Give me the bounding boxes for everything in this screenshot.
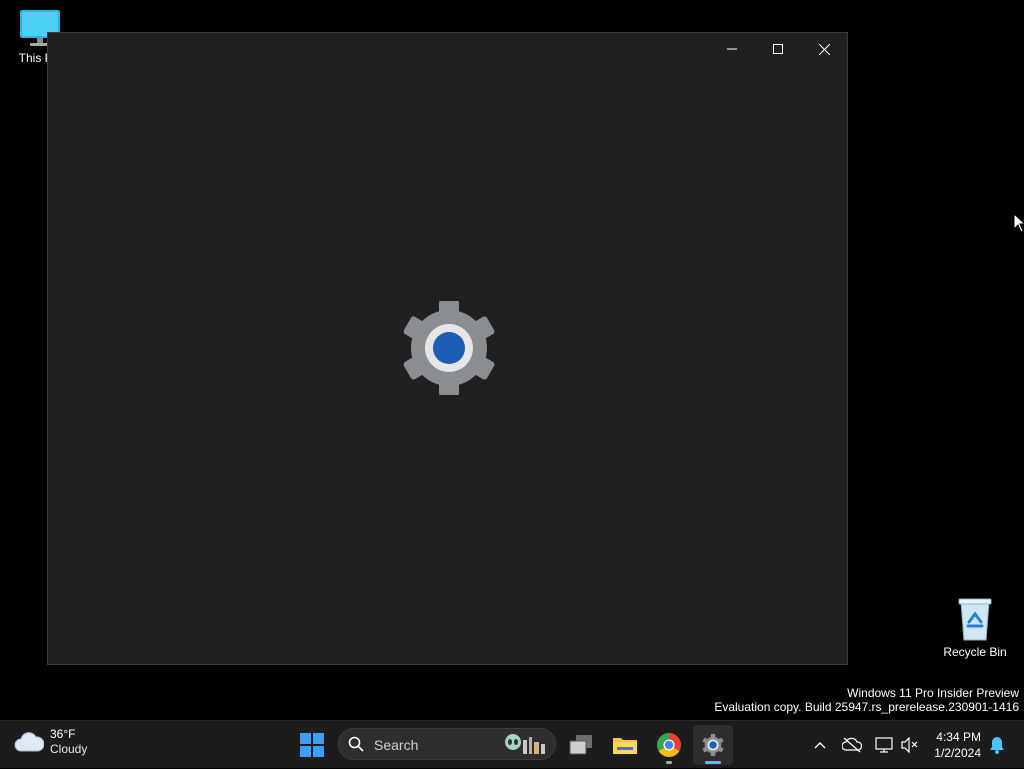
- maximize-button[interactable]: [755, 33, 801, 65]
- search-highlight-icon: [505, 734, 545, 754]
- show-hidden-icons-button[interactable]: [808, 721, 832, 769]
- minimize-icon: [727, 48, 737, 50]
- evaluation-watermark: Windows 11 Pro Insider Preview Evaluatio…: [714, 686, 1019, 714]
- windows-logo-icon: [300, 733, 324, 757]
- clock-time: 4:34 PM: [936, 730, 981, 744]
- search-placeholder: Search: [374, 737, 419, 753]
- taskbar-chrome[interactable]: [649, 725, 689, 765]
- task-view-icon: [569, 735, 592, 755]
- desktop-icon-label: Recycle Bin: [943, 645, 1007, 659]
- search-icon: [348, 736, 364, 752]
- taskbar-settings[interactable]: [693, 725, 733, 765]
- gear-icon: [702, 733, 724, 757]
- running-indicator: [666, 761, 672, 764]
- taskbar-file-explorer[interactable]: [605, 725, 645, 765]
- taskbar-task-view[interactable]: [561, 725, 601, 765]
- chevron-up-icon: [814, 742, 826, 749]
- weather-temperature: 36°F: [50, 727, 76, 741]
- cloud-icon: [14, 732, 44, 752]
- recycle-bin-icon: [958, 598, 992, 641]
- chrome-icon: [657, 733, 681, 757]
- minimize-button[interactable]: [709, 33, 755, 65]
- bell-icon: [990, 737, 1004, 754]
- close-button[interactable]: [801, 33, 847, 65]
- running-indicator: [705, 761, 721, 764]
- folder-icon: [613, 738, 637, 754]
- maximize-icon: [773, 44, 783, 54]
- settings-window[interactable]: [47, 32, 848, 665]
- watermark-line-1: Windows 11 Pro Insider Preview: [847, 686, 1019, 700]
- taskbar: 36°F Cloudy Search 4:34 PM 1/2/2024: [0, 720, 1024, 768]
- onedrive-button[interactable]: [840, 721, 864, 769]
- watermark-line-2: Evaluation copy. Build 25947.rs_prerelea…: [714, 700, 1019, 714]
- volume-muted-icon: [901, 737, 918, 753]
- onedrive-offline-icon: [842, 737, 862, 753]
- taskbar-search[interactable]: Search: [338, 728, 556, 760]
- notifications-button[interactable]: [985, 721, 1009, 769]
- weather-condition: Cloudy: [50, 742, 88, 756]
- clock-date: 1/2/2024: [934, 746, 981, 760]
- volume-button[interactable]: [898, 721, 922, 769]
- desktop-icon-recycle-bin[interactable]: Recycle Bin: [935, 596, 1015, 659]
- network-icon: [875, 737, 893, 753]
- taskbar-clock[interactable]: 4:34 PM 1/2/2024: [934, 729, 981, 761]
- network-button[interactable]: [872, 721, 896, 769]
- weather-widget[interactable]: 36°F Cloudy: [14, 727, 87, 757]
- gear-icon: [403, 301, 495, 395]
- window-controls: [709, 33, 847, 65]
- close-icon: [818, 43, 830, 55]
- start-button[interactable]: [292, 725, 332, 765]
- mouse-cursor-icon: [1013, 213, 1024, 233]
